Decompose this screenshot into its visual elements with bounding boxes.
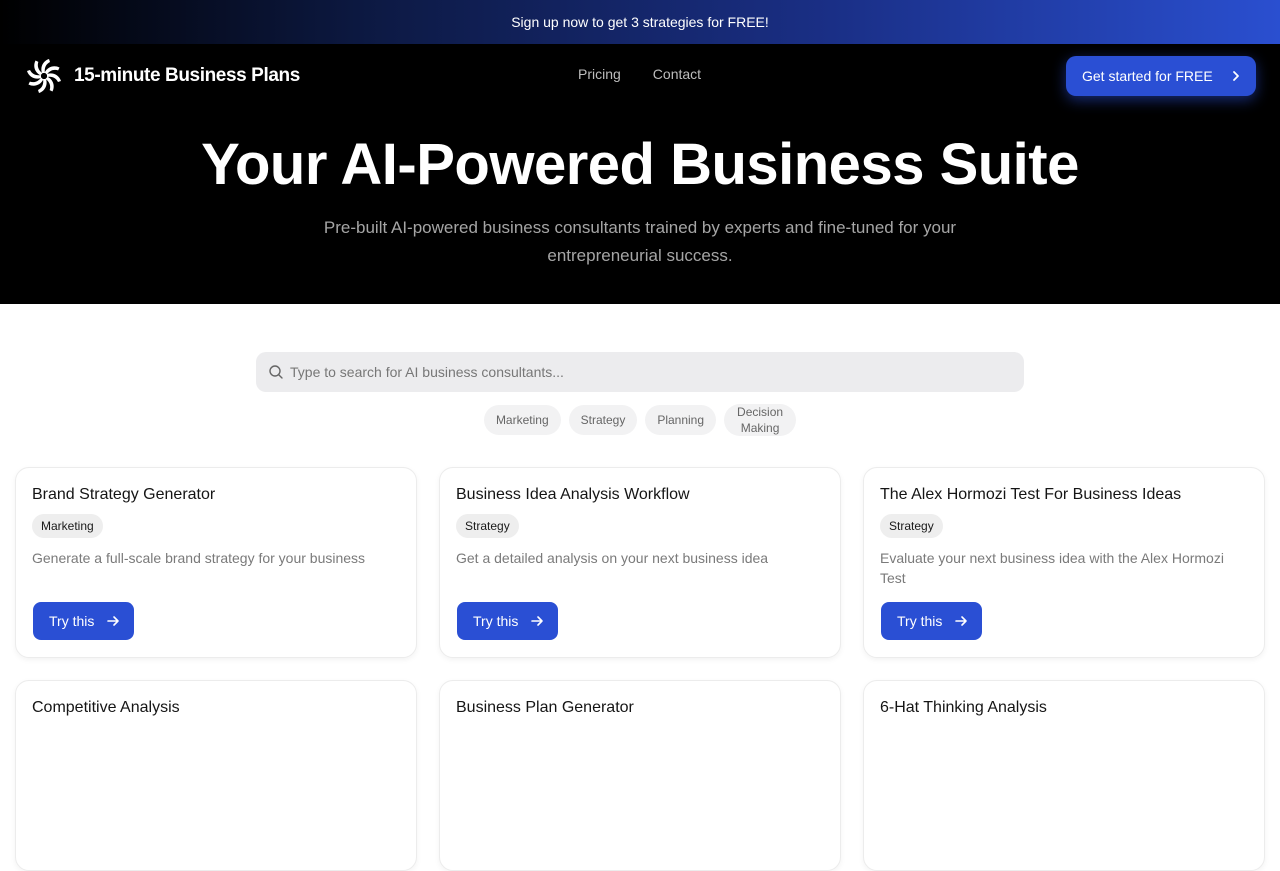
card-tag: Strategy [880,514,943,538]
card-title: Business Plan Generator [456,699,634,716]
search-icon [269,365,283,379]
card-description: Get a detailed analysis on your next bus… [456,550,769,566]
arrow-right-icon [107,616,120,626]
consultant-card: Business Idea Analysis Workflow Strategy… [439,467,841,658]
hero-subtitle: Pre-built AI-powered business consultant… [323,218,957,265]
category-filters: Marketing Strategy Planning Decision Mak… [0,404,1280,436]
try-this-button[interactable]: Try this [457,602,558,640]
arrow-right-icon [955,616,968,626]
try-this-label: Try this [473,613,519,629]
nav-pricing-link[interactable]: Pricing [578,66,621,82]
top-nav: 15-minute Business Plans Pricing Contact… [0,44,1280,108]
brand-logo-link[interactable]: 15-minute Business Plans [24,56,300,96]
get-started-label: Get started for FREE [1082,68,1213,84]
filter-decision-making[interactable]: Decision Making [724,404,797,436]
swirl-logo-icon [27,59,61,93]
search-input[interactable] [290,352,1024,392]
card-title: Competitive Analysis [32,699,180,716]
hero-section: 15-minute Business Plans Pricing Contact… [0,44,1280,304]
arrow-right-icon [531,616,544,626]
get-started-button[interactable]: Get started for FREE [1066,56,1256,96]
search-container [256,352,1024,392]
try-this-button[interactable]: Try this [33,602,134,640]
search-bar[interactable] [256,352,1024,392]
consultant-grid: Brand Strategy Generator Marketing Gener… [15,467,1265,871]
promo-text: Sign up now to get 3 strategies for FREE… [511,14,769,30]
card-tag: Marketing [32,514,103,538]
chevron-right-icon [1232,71,1239,81]
consultant-card: Brand Strategy Generator Marketing Gener… [15,467,417,658]
consultant-card: 6-Hat Thinking Analysis [863,680,1265,871]
filter-marketing[interactable]: Marketing [483,405,561,435]
filter-planning[interactable]: Planning [645,405,717,435]
filter-strategy[interactable]: Strategy [568,405,638,435]
try-this-label: Try this [897,613,943,629]
consultant-card: The Alex Hormozi Test For Business Ideas… [863,467,1265,658]
try-this-button[interactable]: Try this [881,602,982,640]
card-description: Generate a full-scale brand strategy for… [32,550,366,566]
card-title: Brand Strategy Generator [32,486,216,503]
page-title: Your AI-Powered Business Suite [201,132,1079,197]
try-this-label: Try this [49,613,95,629]
nav-links: Pricing Contact [578,66,701,82]
consultant-card: Competitive Analysis [15,680,417,871]
card-title: 6-Hat Thinking Analysis [880,699,1047,716]
promo-banner[interactable]: Sign up now to get 3 strategies for FREE… [0,0,1280,44]
brand-name: 15-minute Business Plans [74,65,300,86]
nav-contact-link[interactable]: Contact [653,66,701,82]
card-description: Evaluate your next business idea with th… [880,550,1224,586]
card-tag: Strategy [456,514,519,538]
card-title: Business Idea Analysis Workflow [456,486,690,503]
card-title: The Alex Hormozi Test For Business Ideas [880,486,1182,503]
consultant-card: Business Plan Generator [439,680,841,871]
